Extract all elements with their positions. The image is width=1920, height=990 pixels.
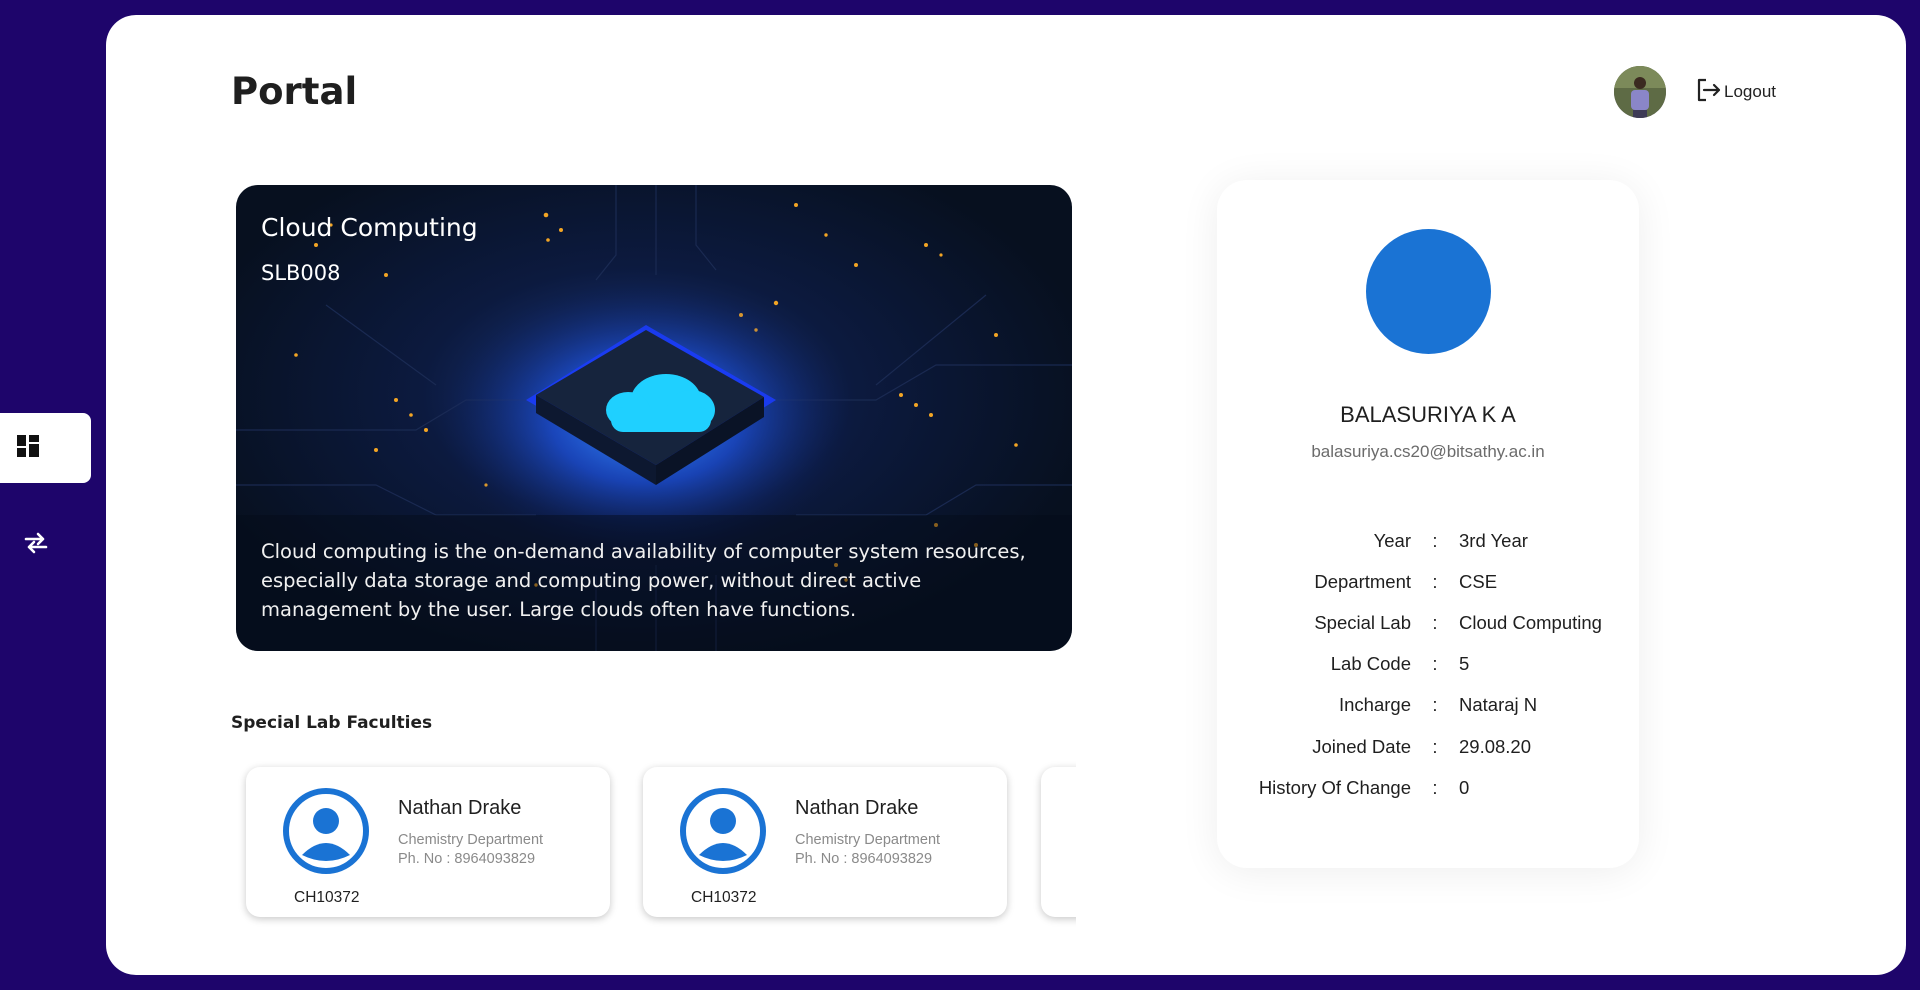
info-value: Nataraj N [1459, 694, 1538, 716]
info-row-special-lab: Special Lab : Cloud Computing [1217, 602, 1639, 643]
faculty-phone: Ph. No : 8964093829 [398, 851, 536, 867]
user-circle-icon [679, 787, 767, 880]
faculty-card[interactable]: Nathan Drake Chemistry Department Ph. No… [643, 767, 1007, 917]
info-value: 3rd Year [1459, 529, 1528, 551]
info-row-joined-date: Joined Date : 29.08.20 [1217, 726, 1639, 767]
info-row-incharge: Incharge : Nataraj N [1217, 685, 1639, 726]
faculty-card[interactable]: Nathan Drake Chemistry Department Ph. No… [246, 767, 610, 917]
profile-avatar [1366, 229, 1491, 354]
info-label: Year [1373, 529, 1411, 551]
faculty-name: Nathan Drake [795, 797, 919, 819]
faculty-card-partial[interactable] [1041, 767, 1076, 917]
course-description: Cloud computing is the on-demand availab… [261, 540, 1026, 621]
faculty-phone: Ph. No : 8964093829 [795, 851, 933, 867]
avatar-photo [1614, 66, 1666, 118]
course-code: SLB008 [261, 261, 341, 285]
info-row-department: Department : CSE [1217, 561, 1639, 602]
logout-button[interactable]: Logout [1696, 77, 1776, 107]
swap-arrows-icon [23, 532, 49, 559]
info-label: Incharge [1339, 694, 1411, 716]
user-avatar[interactable] [1614, 66, 1666, 118]
info-row-lab-code: Lab Code : 5 [1217, 644, 1639, 685]
info-separator: : [1432, 529, 1438, 551]
info-value: 0 [1459, 776, 1470, 798]
info-value: 29.08.20 [1459, 735, 1532, 757]
info-value: 5 [1459, 653, 1470, 675]
user-circle-icon [282, 787, 370, 880]
profile-card: BALASURIYA K A balasuriya.cs20@bitsathy.… [1217, 180, 1639, 868]
info-separator: : [1432, 694, 1438, 716]
faculty-id: CH10372 [294, 889, 360, 906]
faculty-id: CH10372 [691, 889, 757, 906]
info-label: Special Lab [1314, 611, 1411, 633]
info-label: Lab Code [1330, 653, 1411, 675]
main-panel: Portal Logout Cloud Computing SLB008 Clo… [106, 15, 1906, 975]
info-label: Department [1314, 570, 1411, 592]
faculty-department: Chemistry Department [398, 832, 544, 848]
faculty-department: Chemistry Department [795, 832, 941, 848]
logout-label: Logout [1724, 82, 1776, 101]
profile-name: BALASURIYA K A [1340, 402, 1516, 427]
info-row-year: Year : 3rd Year [1217, 520, 1639, 561]
info-separator: : [1432, 611, 1438, 633]
logout-icon [1696, 78, 1722, 107]
course-title: Cloud Computing [261, 213, 478, 242]
info-separator: : [1432, 735, 1438, 757]
info-label: History Of Change [1258, 776, 1411, 798]
faculties-carousel[interactable]: Nathan Drake Chemistry Department Ph. No… [231, 755, 1076, 940]
info-separator: : [1432, 653, 1438, 675]
sidebar-item-switch[interactable] [0, 522, 72, 568]
info-separator: : [1432, 570, 1438, 592]
info-value: Cloud Computing [1459, 611, 1602, 633]
info-label: Joined Date [1312, 735, 1411, 757]
dashboard-icon [16, 434, 40, 463]
sidebar-item-dashboard[interactable] [0, 413, 91, 483]
profile-email: balasuriya.cs20@bitsathy.ac.in [1311, 442, 1545, 461]
profile-info-table: Year : 3rd Year Department : CSE Special… [1217, 520, 1639, 808]
info-separator: : [1432, 776, 1438, 798]
faculties-heading: Special Lab Faculties [231, 713, 433, 733]
page-title: Portal [231, 70, 358, 113]
faculty-name: Nathan Drake [398, 797, 522, 819]
info-row-history: History Of Change : 0 [1217, 767, 1639, 808]
info-value: CSE [1459, 570, 1498, 592]
course-card[interactable]: Cloud Computing SLB008 Cloud computing i… [236, 185, 1072, 651]
